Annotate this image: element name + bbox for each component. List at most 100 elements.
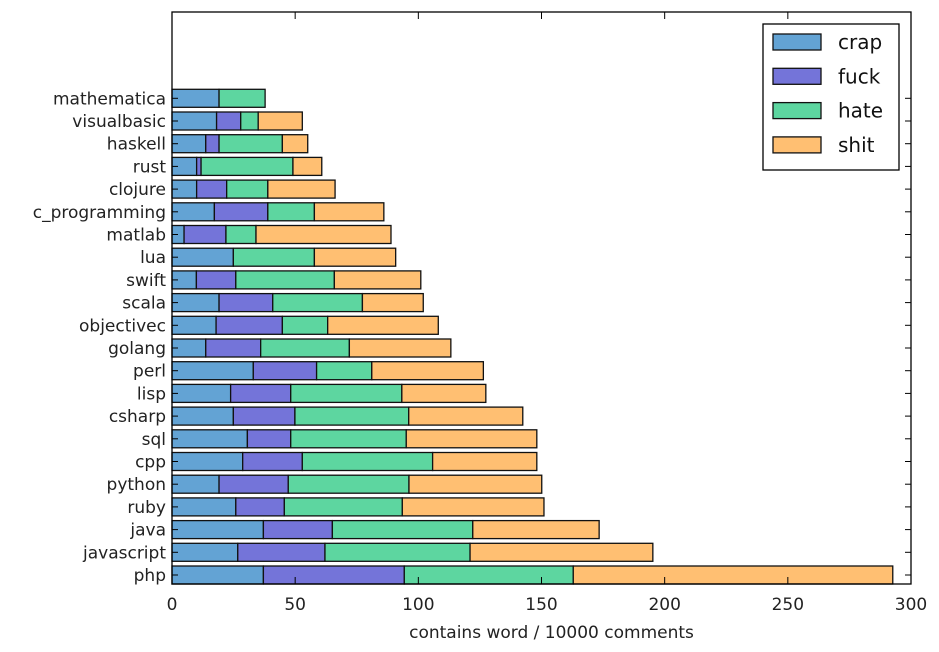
bar-perl-hate xyxy=(315,361,373,381)
y-tick-label: php xyxy=(134,566,166,586)
y-tick-label: lua xyxy=(140,248,166,268)
y-tick-label: csharp xyxy=(109,407,166,427)
x-tick-labels: 0 50 100 150 200 250 300 xyxy=(167,595,928,615)
y-tick-label: mathematica xyxy=(53,89,166,109)
bar-java-fuck xyxy=(262,519,334,540)
bar-mathematica-hate xyxy=(218,88,266,108)
bar-sql-hate xyxy=(290,429,407,449)
bar-c_programming-crap xyxy=(171,202,216,222)
bar-java-shit xyxy=(472,519,600,540)
bar-matlab-hate xyxy=(225,224,257,245)
y-tick-label: visualbasic xyxy=(72,112,166,132)
bar-lua-shit xyxy=(313,247,397,267)
bar-lisp-fuck xyxy=(229,383,292,404)
bar-csharp-crap xyxy=(171,406,234,426)
bar-scala-hate xyxy=(272,292,364,313)
bar-haskell-shit xyxy=(281,134,309,154)
bar-mathematica-crap xyxy=(171,88,220,108)
bar-golang-hate xyxy=(260,338,351,358)
bar-python-fuck xyxy=(218,474,289,494)
bar-lisp-shit xyxy=(401,383,487,404)
bar-java-crap xyxy=(171,519,265,540)
bar-objectivec-hate xyxy=(281,315,329,335)
bar-rust-shit xyxy=(292,156,323,177)
y-tick-label: java xyxy=(129,521,166,541)
bar-javascript-fuck xyxy=(237,542,326,562)
legend-swatch-crap xyxy=(772,33,822,51)
y-tick-label: ruby xyxy=(127,498,166,518)
bar-php-fuck xyxy=(262,565,405,585)
x-tick-label: 50 xyxy=(284,595,306,615)
legend-label-fuck: fuck xyxy=(838,64,881,88)
bar-csharp-fuck xyxy=(232,406,296,426)
stacked-bar-chart: php javascriptjava ruby pythoncpp sql csharp l… xyxy=(33,11,928,643)
legend-label-crap: crap xyxy=(838,30,882,54)
bar-objectivec-fuck xyxy=(215,315,284,335)
y-tick-labels: php javascriptjava ruby pythoncpp sql csharp l… xyxy=(33,89,167,586)
bar-php-shit xyxy=(572,565,894,585)
x-tick-label: 200 xyxy=(648,595,680,615)
y-tick-label: haskell xyxy=(107,135,166,155)
bar-sql-fuck xyxy=(246,429,292,449)
y-tick-label: python xyxy=(107,475,166,495)
legend-label-shit: shit xyxy=(838,133,875,157)
bar-javascript-shit xyxy=(469,542,654,562)
bar-objectivec-shit xyxy=(327,315,439,335)
bar-perl-crap xyxy=(171,361,254,381)
bar-java-hate xyxy=(331,519,474,540)
bar-scala-shit xyxy=(361,292,424,313)
bar-clojure-fuck xyxy=(195,179,228,199)
bar-cpp-shit xyxy=(431,451,538,472)
bar-c_programming-hate xyxy=(267,202,316,222)
bar-scala-crap xyxy=(171,292,220,313)
bar-scala-fuck xyxy=(218,292,274,313)
y-tick-label: golang xyxy=(108,339,166,359)
y-tick-label: objectivec xyxy=(79,316,166,336)
bar-rust-fuck xyxy=(195,156,202,177)
bar-swift-fuck xyxy=(195,270,237,290)
bar-python-shit xyxy=(408,474,543,494)
bar-objectivec-crap xyxy=(171,315,217,335)
bar-lisp-crap xyxy=(171,383,232,404)
bar-cpp-hate xyxy=(301,451,434,472)
x-tick-label: 150 xyxy=(525,595,557,615)
bar-cpp-fuck xyxy=(242,451,303,472)
y-tick-label: perl xyxy=(133,362,166,382)
y-tick-label: matlab xyxy=(106,226,166,246)
bar-python-crap xyxy=(171,474,220,494)
y-tick-label: swift xyxy=(126,271,166,291)
x-tick-label: 250 xyxy=(772,595,804,615)
bar-csharp-shit xyxy=(408,406,524,426)
bar-php-crap xyxy=(171,565,265,585)
bar-php-hate xyxy=(403,565,574,585)
bar-golang-shit xyxy=(348,338,452,358)
y-tick-label: c_programming xyxy=(33,203,166,223)
y-tick-label: javascript xyxy=(82,543,166,563)
y-tick-label: clojure xyxy=(109,180,166,200)
legend-swatch-fuck xyxy=(772,67,822,85)
bar-haskell-hate xyxy=(218,134,284,154)
bar-javascript-crap xyxy=(171,542,239,562)
bar-perl-fuck xyxy=(252,361,318,381)
bar-lua-hate xyxy=(232,247,316,267)
legend: crap fuck hate shit xyxy=(762,23,900,171)
bar-c_programming-shit xyxy=(313,202,385,222)
x-tick-label: 0 xyxy=(167,595,178,615)
x-tick-label: 300 xyxy=(895,595,927,615)
y-tick-label: cpp xyxy=(135,453,166,473)
bar-ruby-hate xyxy=(283,497,403,517)
y-tick-label: rust xyxy=(133,157,167,177)
bar-swift-shit xyxy=(333,270,422,290)
bar-visualbasic-shit xyxy=(257,111,303,131)
bar-clojure-shit xyxy=(267,179,336,199)
legend-swatch-shit xyxy=(772,136,822,154)
bar-ruby-shit xyxy=(401,497,545,517)
bar-python-hate xyxy=(287,474,410,494)
bar-clojure-hate xyxy=(226,179,269,199)
bar-sql-shit xyxy=(405,429,538,449)
bar-matlab-fuck xyxy=(183,224,227,245)
bar-swift-hate xyxy=(235,270,335,290)
bar-cpp-crap xyxy=(171,451,244,472)
bar-visualbasic-fuck xyxy=(215,111,242,131)
bar-lisp-hate xyxy=(290,383,403,404)
